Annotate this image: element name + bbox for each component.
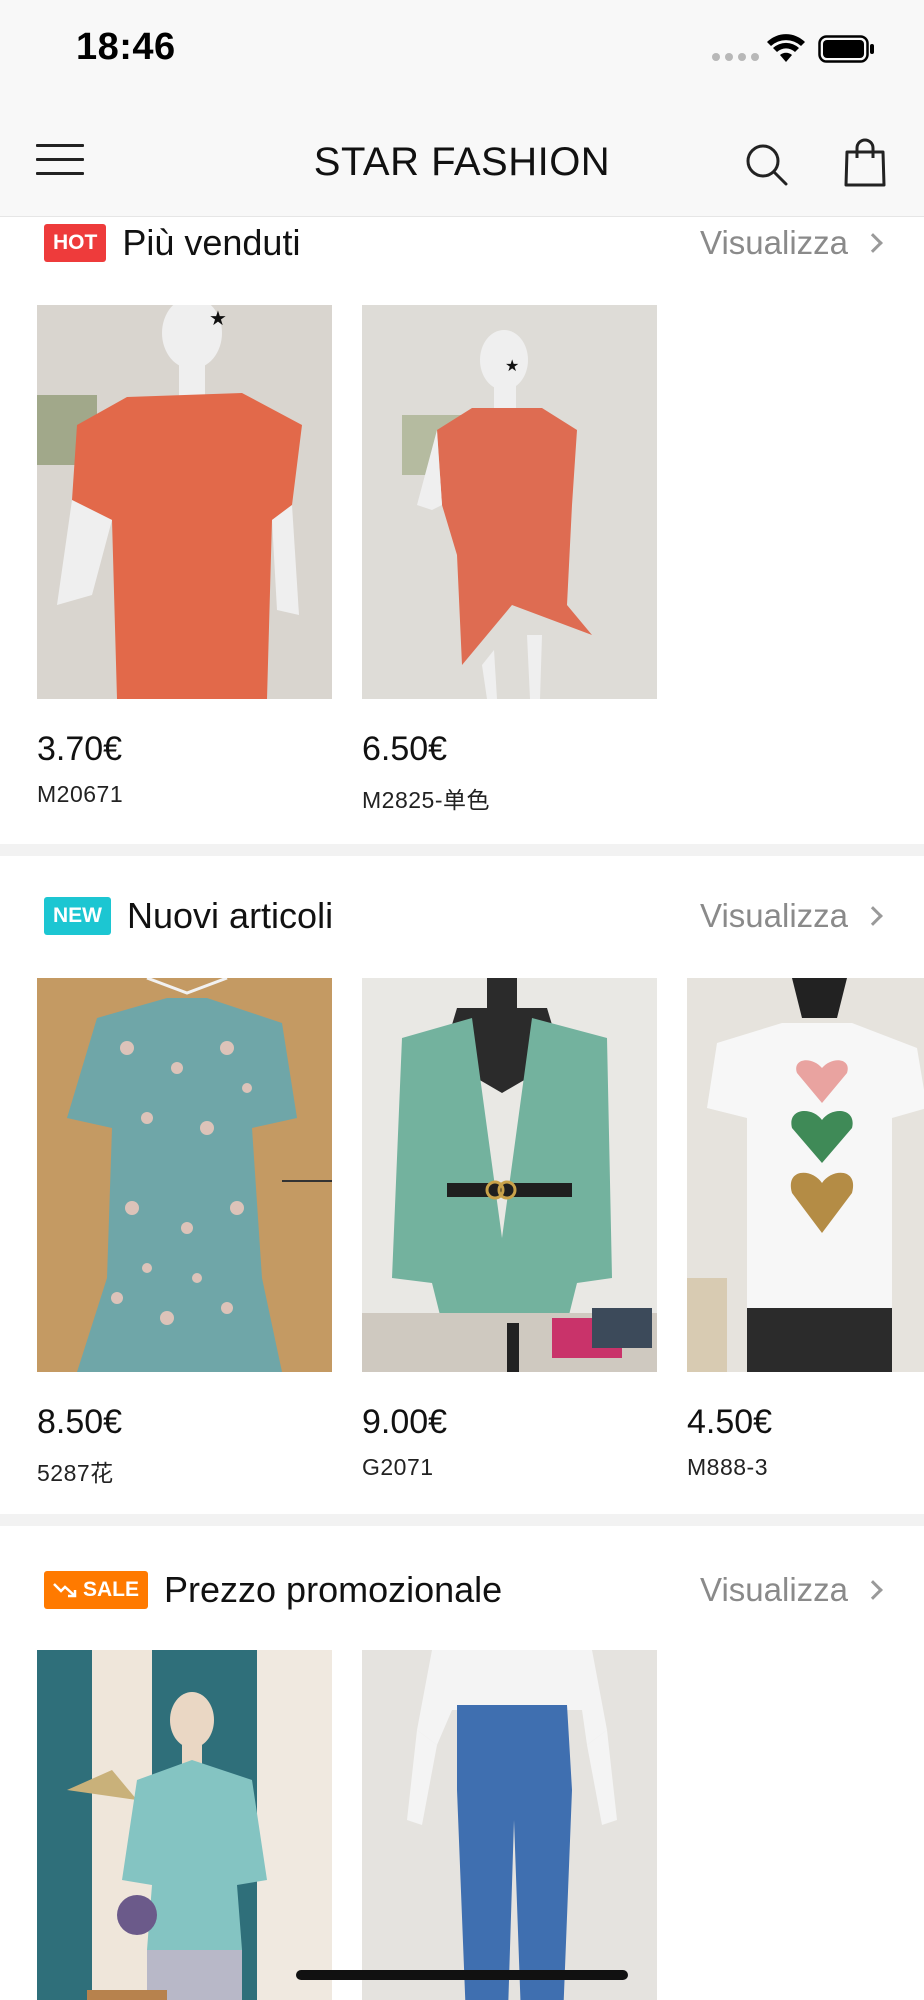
product-card[interactable]: ★ 6.50€ M2825-单色: [362, 305, 657, 815]
sale-badge-label: SALE: [83, 1578, 140, 1601]
sale-badge: SALE: [44, 1571, 149, 1609]
promo-section: SALE Prezzo promozionale Visualizza: [0, 1526, 924, 2000]
home-indicator: [296, 1970, 628, 1980]
shopping-bag-icon[interactable]: [843, 138, 887, 188]
chevron-right-icon: [863, 1580, 883, 1600]
product-image: [37, 976, 332, 1372]
product-sku: M20671: [37, 781, 124, 807]
product-card[interactable]: 4.50€ M888-3: [687, 978, 924, 1488]
status-bar: 18:46: [0, 0, 924, 100]
svg-text:★: ★: [209, 306, 227, 330]
section-title: Prezzo promozionale: [164, 1569, 503, 1610]
section-divider: [0, 1514, 924, 1526]
svg-text:★: ★: [505, 356, 519, 375]
product-price: 4.50€: [687, 1403, 773, 1441]
status-time: 18:46: [76, 26, 176, 68]
product-card[interactable]: ★ 3.70€ M20671: [37, 297, 332, 815]
section-header: HOT Più venduti Visualizza: [44, 222, 888, 263]
battery-icon: [818, 35, 874, 63]
view-all-label: Visualizza: [700, 897, 848, 934]
product-sku: G2071: [362, 1454, 434, 1480]
view-all-label: Visualizza: [700, 224, 848, 261]
product-card[interactable]: [37, 1650, 332, 2000]
hot-badge: HOT: [44, 224, 107, 262]
section-title: Nuovi articoli: [127, 895, 334, 936]
view-all-button[interactable]: Visualizza: [700, 897, 888, 935]
product-image: [362, 1650, 657, 2000]
product-image: [362, 978, 657, 1372]
product-price: 6.50€: [362, 730, 448, 768]
chevron-right-icon: [863, 906, 883, 926]
trend-down-icon: [53, 1583, 77, 1598]
product-image: [687, 978, 924, 1372]
chevron-right-icon: [863, 233, 883, 253]
section-header: SALE Prezzo promozionale Visualizza: [44, 1569, 888, 1610]
product-price: 3.70€: [37, 730, 123, 768]
view-all-button[interactable]: Visualizza: [700, 1571, 888, 1609]
product-sku: M888-3: [687, 1454, 768, 1480]
product-card[interactable]: 8.50€ 5287花: [37, 976, 332, 1488]
section-divider: [0, 844, 924, 856]
product-card[interactable]: [362, 1650, 657, 2000]
section-header: NEW Nuovi articoli Visualizza: [44, 895, 888, 936]
wifi-icon: [767, 34, 805, 62]
view-all-label: Visualizza: [700, 1571, 848, 1608]
product-price: 9.00€: [362, 1403, 448, 1441]
best-sellers-section: HOT Più venduti Visualizza ★ 3.70€ M2067…: [0, 218, 924, 844]
new-arrivals-section: NEW Nuovi articoli Visualizza 8.50€ 5287…: [0, 856, 924, 1514]
product-price: 8.50€: [37, 1403, 123, 1441]
new-badge: NEW: [44, 897, 111, 935]
app-header: STAR FASHION: [0, 100, 924, 217]
product-sku: 5287花: [37, 1460, 114, 1486]
product-sku: M2825-单色: [362, 787, 490, 813]
search-icon[interactable]: [744, 142, 788, 186]
product-image: ★: [362, 305, 657, 699]
product-image: ★: [37, 297, 332, 699]
signal-icon: [712, 53, 759, 61]
product-image: [37, 1650, 332, 2000]
view-all-button[interactable]: Visualizza: [700, 224, 888, 262]
product-card[interactable]: 9.00€ G2071: [362, 978, 657, 1488]
section-title: Più venduti: [122, 222, 301, 263]
